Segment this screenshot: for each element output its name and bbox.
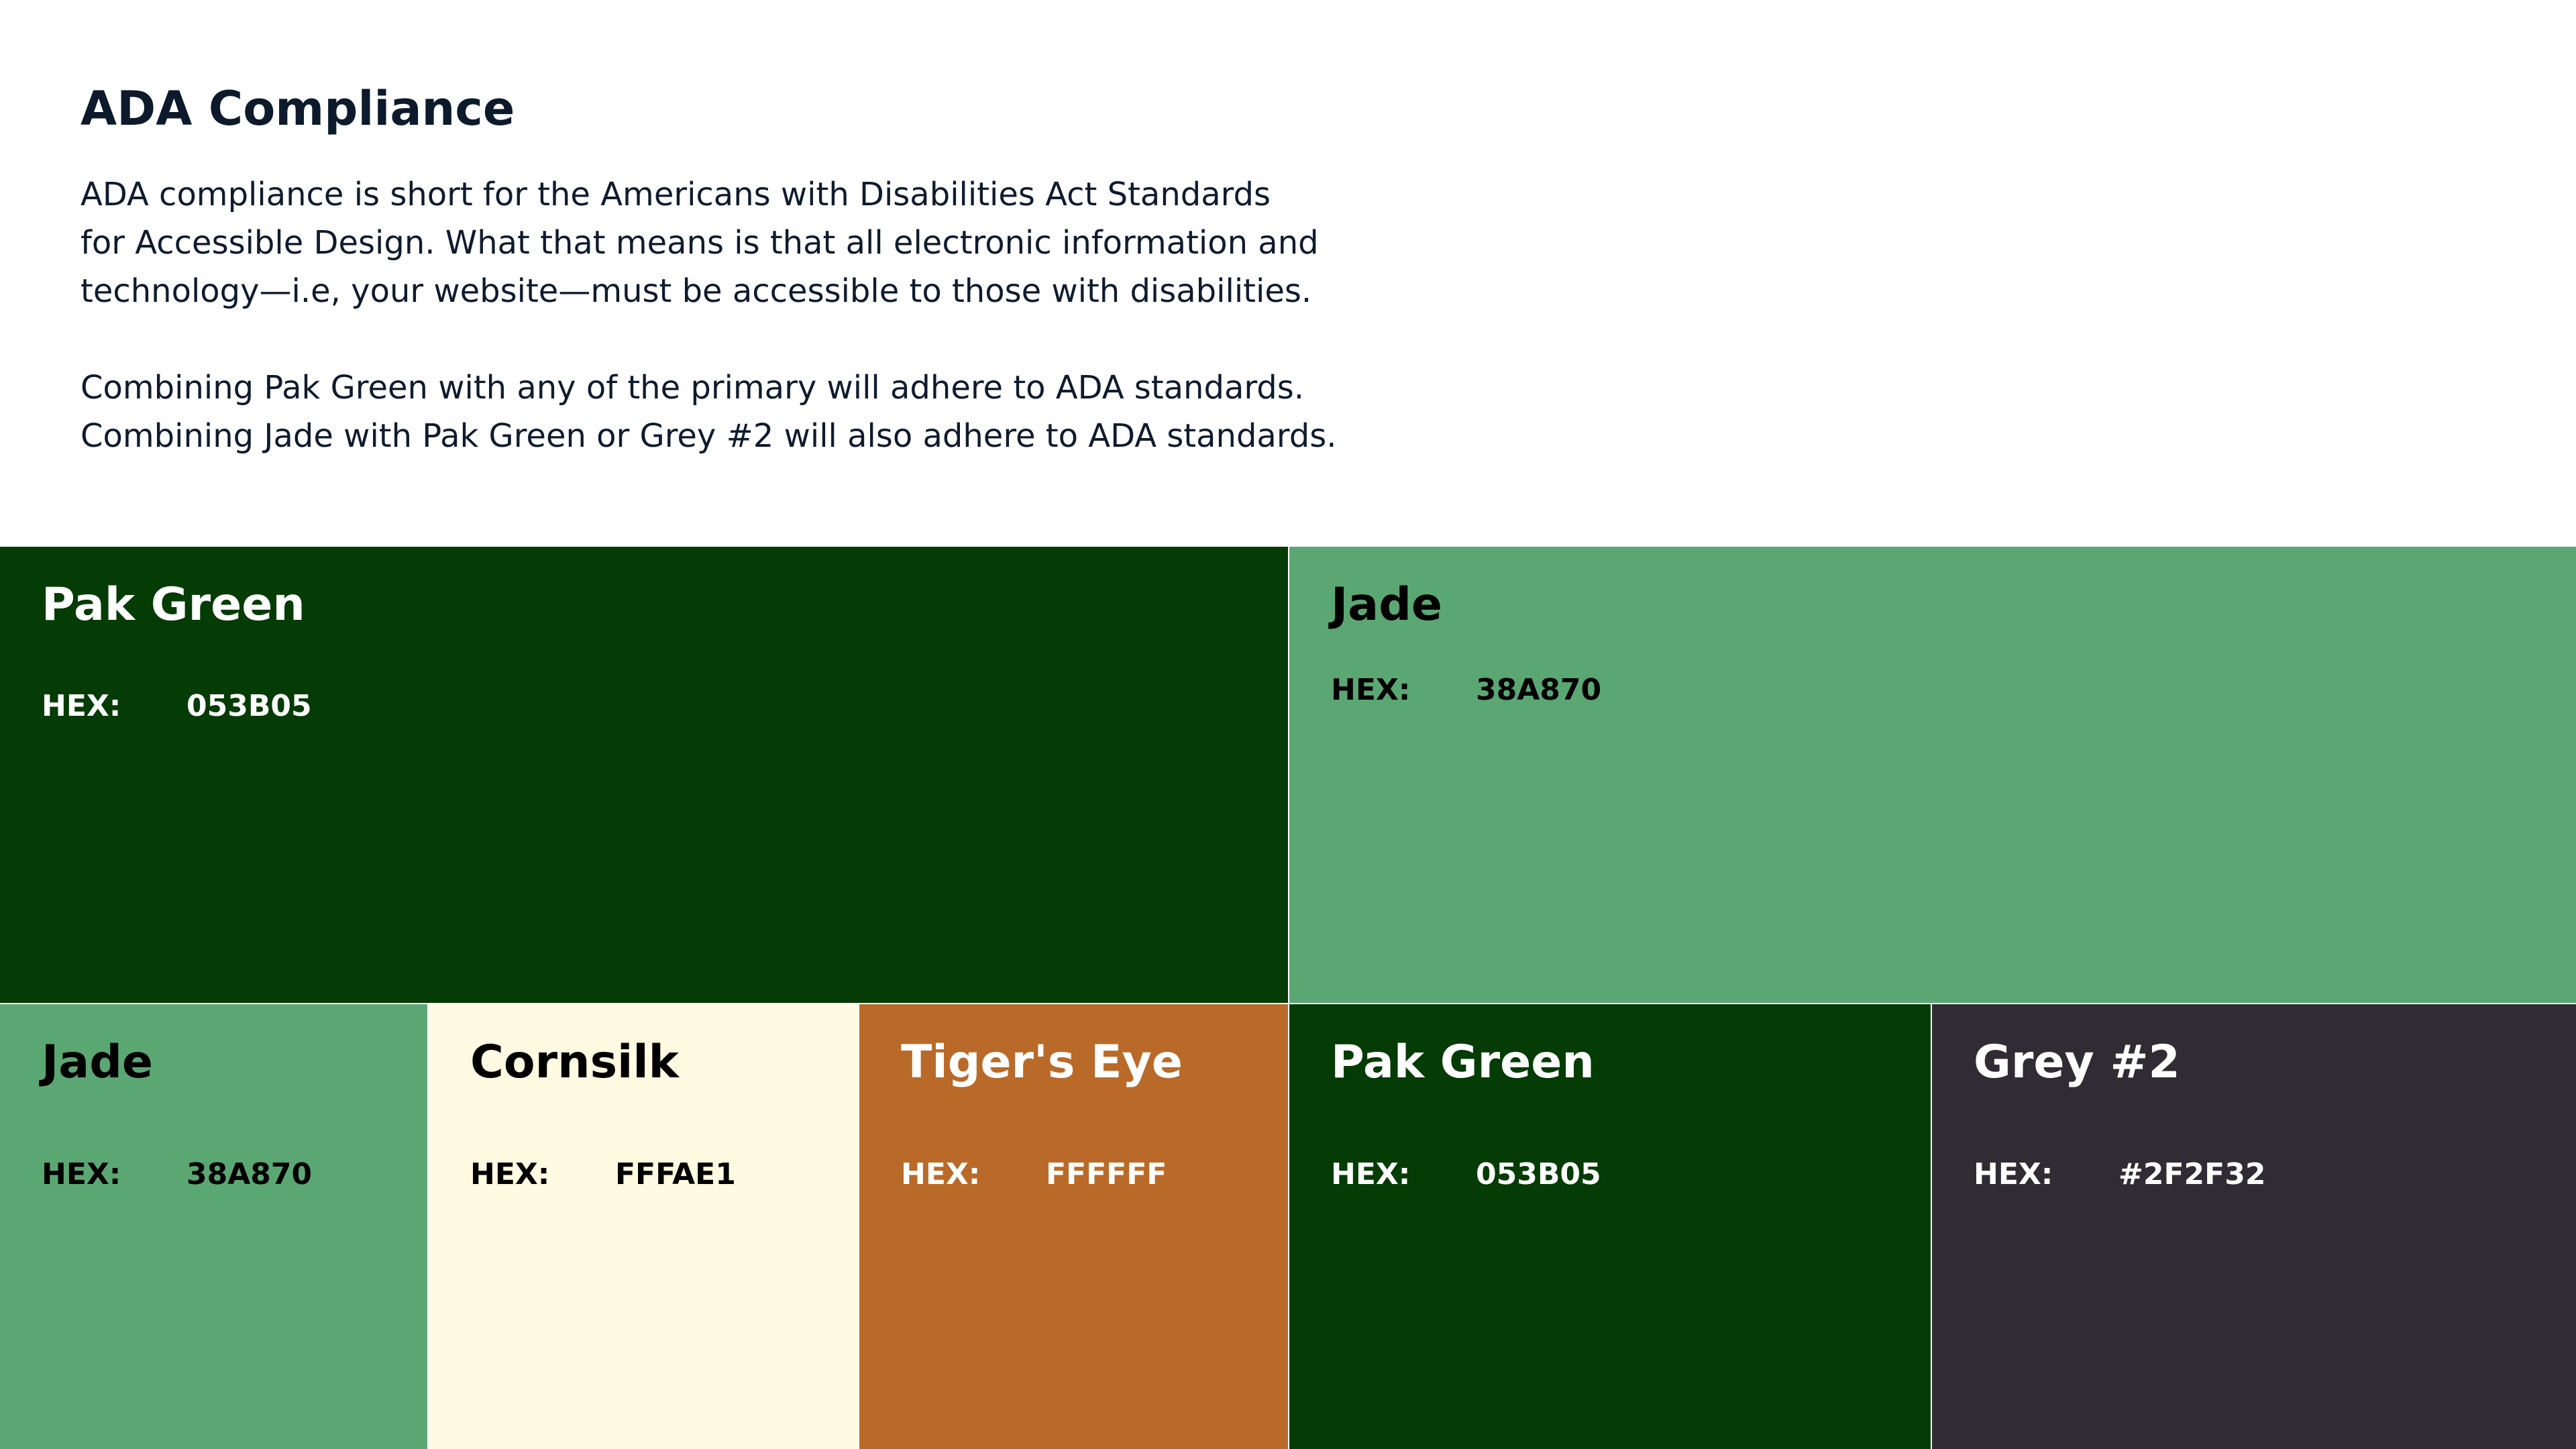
page-title: ADA Compliance xyxy=(80,81,515,136)
swatch-tigers-eye: Tiger's Eye HEX: FFFFFF xyxy=(859,1004,1288,1449)
swatch-pak-green-large: Pak Green HEX: 053B05 xyxy=(0,547,1288,1003)
description-paragraph: ADA compliance is short for the American… xyxy=(80,176,1319,310)
hex-value: FFFFFF xyxy=(1046,1157,1167,1191)
swatch-name: Pak Green xyxy=(42,578,305,631)
swatch-name: Jade xyxy=(1331,578,1442,631)
intro-section: ADA Compliance ADA compliance is short f… xyxy=(80,80,1355,460)
swatch-hex: HEX: #2F2F32 xyxy=(1974,1157,2265,1193)
hex-value: 38A870 xyxy=(1476,673,1602,707)
swatch-name: Grey #2 xyxy=(1974,1036,2180,1089)
swatch-jade: Jade HEX: 38A870 xyxy=(0,1004,427,1449)
ada-compliance-page: ADA Compliance ADA compliance is short f… xyxy=(0,0,2576,1449)
hex-label: HEX: xyxy=(1331,1157,1411,1191)
hex-label: HEX: xyxy=(470,1157,550,1191)
swatch-hex: HEX: 38A870 xyxy=(42,1157,312,1193)
hex-label: HEX: xyxy=(1974,1157,2053,1191)
hex-label: HEX: xyxy=(901,1157,981,1191)
hex-value: #2F2F32 xyxy=(2118,1157,2266,1191)
swatch-name: Pak Green xyxy=(1331,1036,1595,1089)
swatch-name: Jade xyxy=(42,1036,153,1089)
swatch-hex: HEX: FFFAE1 xyxy=(470,1157,736,1193)
swatch-pak-green: Pak Green HEX: 053B05 xyxy=(1289,1004,1931,1449)
hex-value: 38A870 xyxy=(186,1157,313,1191)
hex-label: HEX: xyxy=(1331,673,1411,707)
hex-label: HEX: xyxy=(42,689,121,723)
swatch-grey-2: Grey #2 HEX: #2F2F32 xyxy=(1932,1004,2576,1449)
swatch-hex: HEX: 38A870 xyxy=(1331,673,1601,708)
combination-note: Combining Pak Green with any of the prim… xyxy=(80,369,1337,455)
swatch-hex: HEX: 053B05 xyxy=(42,689,312,724)
hex-value: 053B05 xyxy=(186,689,312,723)
hex-value: FFFAE1 xyxy=(615,1157,736,1191)
swatch-hex: HEX: 053B05 xyxy=(1331,1157,1601,1193)
hex-value: 053B05 xyxy=(1476,1157,1601,1191)
swatch-cornsilk: Cornsilk HEX: FFFAE1 xyxy=(429,1004,858,1449)
swatch-hex: HEX: FFFFFF xyxy=(901,1157,1167,1193)
swatch-name: Tiger's Eye xyxy=(901,1036,1183,1089)
hex-label: HEX: xyxy=(42,1157,121,1191)
swatch-jade-large: Jade HEX: 38A870 xyxy=(1289,547,2576,1003)
swatch-name: Cornsilk xyxy=(470,1036,679,1089)
